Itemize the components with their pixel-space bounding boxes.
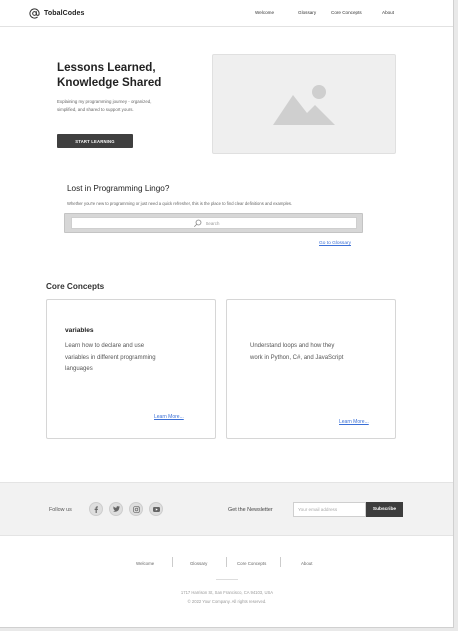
core-concepts-title: Core Concepts	[46, 282, 105, 291]
concept-card-loops[interactable]: Understand loops and how they work in Py…	[226, 299, 396, 439]
instagram-icon	[132, 505, 140, 513]
card-description: Learn how to declare and use variables i…	[65, 343, 156, 372]
search-field[interactable]	[71, 217, 357, 229]
nav-welcome[interactable]: Welcome	[255, 10, 274, 15]
facebook-icon	[94, 505, 98, 513]
footer-nav-welcome[interactable]: Welcome	[136, 561, 154, 566]
follow-us-label: Follow us	[49, 507, 72, 513]
hero-title-line-1: Lessons Learned,	[57, 61, 156, 74]
brand-name: TobalCodes	[44, 10, 85, 17]
start-learning-button[interactable]: START LEARNING	[57, 134, 133, 148]
nav-glossary[interactable]: Glossary	[298, 10, 316, 15]
youtube-button[interactable]	[149, 502, 163, 516]
footer-copyright: © 2022 Your Company. All rights reserved…	[187, 599, 267, 604]
nav-core-concepts[interactable]: Core Concepts	[331, 10, 362, 15]
hero-title: Lessons Learned, Knowledge Shared	[57, 60, 161, 90]
newsletter-label: Get the Newsletter	[228, 507, 273, 513]
instagram-button[interactable]	[129, 502, 143, 516]
brand-logo[interactable]: TobalCodes	[29, 8, 85, 19]
twitter-button[interactable]	[109, 502, 123, 516]
footer-nav-divider	[226, 557, 227, 567]
facebook-button[interactable]	[89, 502, 103, 516]
lingo-title: Lost in Programming Lingo?	[67, 184, 170, 193]
site-header: TobalCodes Welcome Glossary Core Concept…	[0, 0, 453, 27]
footer-nav-divider	[280, 557, 281, 567]
footer-address: 1717 Harrison St, San Francisco, CA 9410…	[180, 590, 274, 595]
hero-image	[212, 54, 396, 154]
footer-nav-about[interactable]: About	[301, 561, 312, 566]
footer-nav-glossary[interactable]: Glossary	[190, 561, 207, 566]
nav-about[interactable]: About	[382, 10, 394, 15]
youtube-icon	[152, 506, 160, 512]
footer-nav-core-concepts[interactable]: Core Concepts	[237, 561, 266, 566]
hero-title-line-2: Knowledge Shared	[57, 76, 162, 89]
at-sign-icon	[29, 8, 40, 19]
learn-more-link[interactable]: Learn More...	[339, 419, 369, 425]
subscribe-button[interactable]: Subscribe	[366, 502, 403, 517]
concept-card-variables[interactable]: variables Learn how to declare and use v…	[46, 299, 216, 439]
learn-more-link[interactable]: Learn More...	[154, 414, 184, 420]
search-icon	[193, 219, 201, 227]
footer-divider	[216, 579, 238, 580]
twitter-icon	[112, 506, 120, 512]
card-title: variables	[65, 327, 94, 334]
search-input[interactable]	[205, 220, 236, 226]
email-field[interactable]	[293, 502, 366, 517]
go-to-glossary-link[interactable]: Go to Glossary	[319, 241, 351, 246]
image-placeholder-icon	[273, 85, 335, 125]
lingo-subtitle: Whether you're new to programming or jus…	[67, 201, 293, 206]
page: TobalCodes Welcome Glossary Core Concept…	[0, 0, 454, 628]
footer-nav-divider	[172, 557, 173, 567]
hero-subtitle: Explaining my programming journey - orga…	[57, 99, 152, 112]
card-description: Understand loops and how they work in Py…	[250, 343, 344, 361]
search-bar	[64, 213, 363, 233]
